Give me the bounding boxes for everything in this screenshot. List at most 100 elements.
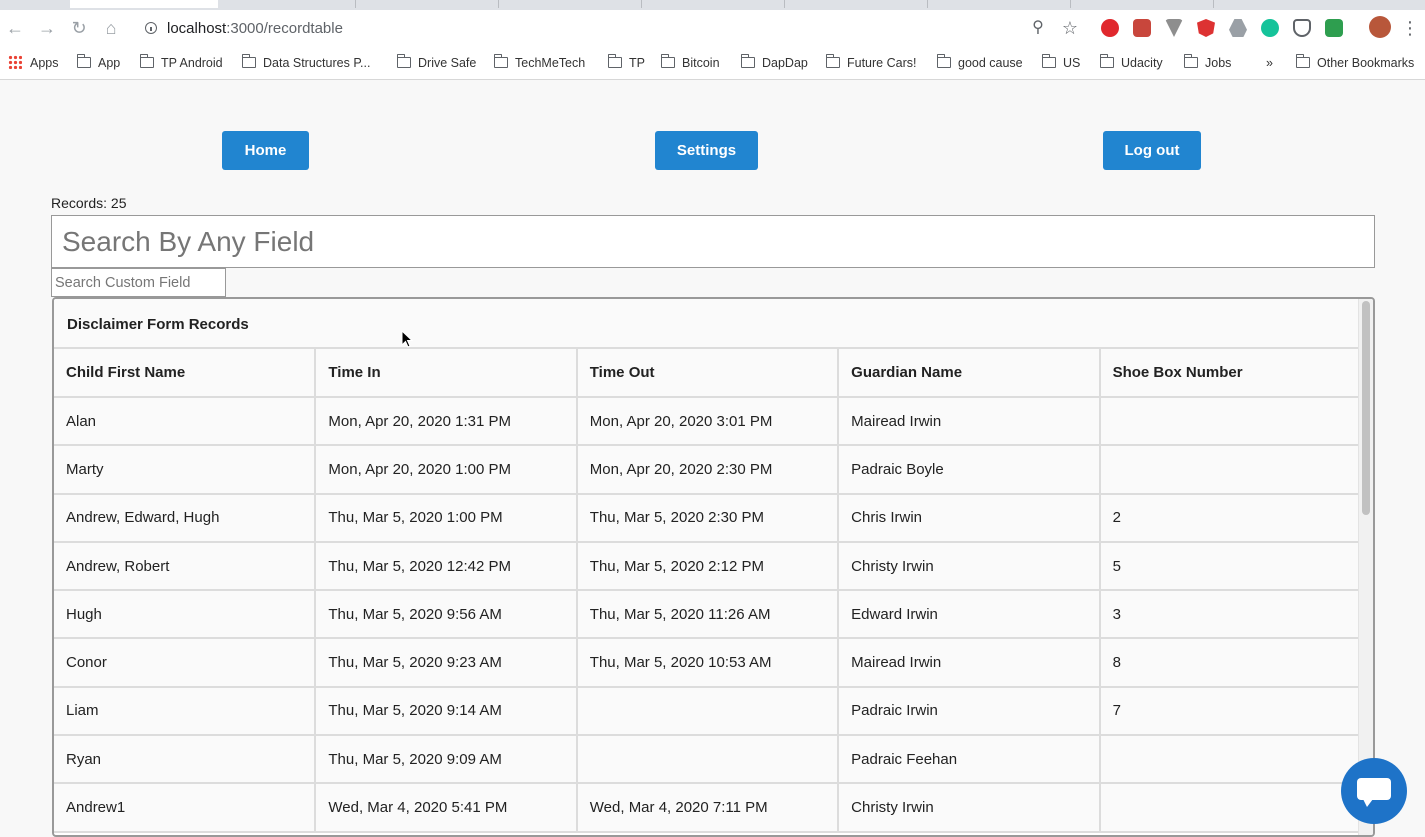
opera-extension-icon[interactable] <box>1101 19 1119 37</box>
column-header[interactable]: Time In <box>315 349 578 398</box>
bookmark-folder[interactable]: good cause <box>937 54 1023 72</box>
browser-tab[interactable] <box>927 0 1068 8</box>
browser-tab[interactable] <box>355 0 496 8</box>
bookmark-folder[interactable]: Udacity <box>1100 54 1163 72</box>
folder-icon <box>1100 54 1114 68</box>
logout-button[interactable]: Log out <box>1103 131 1201 170</box>
menu-icon[interactable]: ⋮ <box>1400 18 1420 38</box>
table-row[interactable]: Liam Thu, Mar 5, 2020 9:14 AM Padraic Irwi… <box>54 686 1361 737</box>
bookmark-folder[interactable]: Data Structures P... <box>242 54 370 72</box>
pocket-icon[interactable] <box>1293 19 1311 37</box>
table-cell: Thu, Mar 5, 2020 12:42 PM <box>315 541 578 592</box>
bookmark-folder[interactable]: TP Android <box>140 54 223 72</box>
table-row[interactable]: Conor Thu, Mar 5, 2020 9:23 AM Thu, Mar 5,… <box>54 638 1361 688</box>
table-scrollbar[interactable] <box>1358 299 1373 835</box>
browser-tab-active[interactable] <box>70 0 218 8</box>
table-cell: Mon, Apr 20, 2020 1:00 PM <box>315 445 578 495</box>
table-cell: Christy Irwin <box>838 783 1101 833</box>
table-cell: Edward Irwin <box>838 590 1101 640</box>
address-bar[interactable]: localhost:3000/recordtable <box>136 15 1016 43</box>
other-bookmarks[interactable]: Other Bookmarks <box>1296 54 1414 72</box>
browser-tab[interactable] <box>1070 0 1211 8</box>
bookmark-folder[interactable]: TP <box>608 54 645 72</box>
extension-icon[interactable] <box>1133 19 1151 37</box>
table-row[interactable]: Ryan Thu, Mar 5, 2020 9:09 AM Padraic Feeh… <box>54 735 1361 785</box>
folder-icon <box>1296 54 1310 68</box>
table-cell: Alan <box>54 397 317 447</box>
bookmark-folder[interactable]: US <box>1042 54 1080 72</box>
browser-tab[interactable] <box>641 0 782 8</box>
table-cell: Thu, Mar 5, 2020 9:09 AM <box>315 735 578 785</box>
table-cell: Andrew, Robert <box>54 541 317 592</box>
table-cell: Mon, Apr 20, 2020 3:01 PM <box>576 397 840 447</box>
folder-icon <box>1184 54 1198 68</box>
table-cell: Mairead Irwin <box>838 397 1101 447</box>
folder-icon <box>77 54 91 68</box>
table-row[interactable]: Andrew, Robert Thu, Mar 5, 2020 12:42 PM T… <box>54 541 1361 592</box>
browser-tab[interactable] <box>784 0 925 8</box>
custom-field-search-input[interactable] <box>51 268 226 297</box>
table-cell <box>1099 783 1361 833</box>
table-row[interactable]: Andrew, Edward, Hugh Thu, Mar 5, 2020 1:0… <box>54 493 1361 543</box>
apps-grid-icon <box>8 55 22 69</box>
column-header[interactable]: Time Out <box>576 349 840 398</box>
bookmark-folder[interactable]: Bitcoin <box>661 54 720 72</box>
column-header[interactable]: Shoe Box Number <box>1099 349 1361 398</box>
table-cell: Mon, Apr 20, 2020 1:31 PM <box>315 397 578 447</box>
info-icon[interactable] <box>145 22 157 34</box>
chat-widget-button[interactable] <box>1341 758 1407 824</box>
table-cell <box>1099 397 1361 447</box>
search-input[interactable] <box>51 215 1375 268</box>
table-cell: 2 <box>1099 493 1361 543</box>
bookmark-folder[interactable]: TechMeTech <box>494 54 585 72</box>
bookmark-folder[interactable]: Jobs <box>1184 54 1231 72</box>
home-icon[interactable]: ⌂ <box>101 18 121 38</box>
table-cell: Thu, Mar 5, 2020 10:53 AM <box>576 638 840 688</box>
browser-tab[interactable] <box>1213 0 1354 8</box>
folder-icon <box>140 54 154 68</box>
avatar[interactable] <box>1369 16 1391 38</box>
table-row[interactable]: Andrew1 Wed, Mar 4, 2020 5:41 PM Wed, Mar … <box>54 783 1361 833</box>
bookmark-apps[interactable]: Apps <box>8 54 59 72</box>
table-cell: Liam <box>54 686 317 737</box>
angular-extension-icon[interactable] <box>1197 19 1215 37</box>
column-header[interactable]: Guardian Name <box>838 349 1101 398</box>
scrollbar-thumb[interactable] <box>1362 301 1370 515</box>
records-count: Records: 25 <box>51 195 127 211</box>
table-cell: 3 <box>1099 590 1361 640</box>
bookmark-folder[interactable]: App <box>77 54 120 72</box>
table-row[interactable]: Alan Mon, Apr 20, 2020 1:31 PM Mon, Apr 20… <box>54 397 1361 447</box>
chat-icon <box>1357 778 1391 807</box>
forward-icon[interactable]: → <box>37 18 57 38</box>
table-cell: Padraic Irwin <box>838 686 1101 737</box>
bookmarks-bar: Apps App TP Android Data Structures P...… <box>0 48 1425 80</box>
grammarly-icon[interactable] <box>1261 19 1279 37</box>
table-cell: Andrew1 <box>54 783 317 833</box>
table-row[interactable]: Marty Mon, Apr 20, 2020 1:00 PM Mon, Apr 2… <box>54 445 1361 495</box>
home-button[interactable]: Home <box>222 131 309 170</box>
bookmark-folder[interactable]: Future Cars! <box>826 54 916 72</box>
table-cell: Chris Irwin <box>838 493 1101 543</box>
reload-icon[interactable]: ↻ <box>69 18 89 38</box>
table-row[interactable]: Hugh Thu, Mar 5, 2020 9:56 AM Thu, Mar 5, … <box>54 590 1361 640</box>
extension-shield-icon[interactable] <box>1325 19 1343 37</box>
table-cell: Thu, Mar 5, 2020 9:23 AM <box>315 638 578 688</box>
zoom-icon[interactable]: ⚲ <box>1028 18 1048 38</box>
drive-extension-icon[interactable] <box>1229 19 1247 37</box>
folder-icon <box>397 54 411 68</box>
bookmark-folder[interactable]: DapDap <box>741 54 808 72</box>
column-header[interactable]: Child First Name <box>54 349 317 398</box>
vue-devtools-icon[interactable] <box>1165 19 1183 37</box>
back-icon[interactable]: ← <box>5 18 25 38</box>
browser-tab-strip <box>0 0 1425 10</box>
table-cell: Padraic Feehan <box>838 735 1101 785</box>
folder-icon <box>741 54 755 68</box>
star-icon[interactable]: ☆ <box>1060 18 1080 38</box>
settings-button[interactable]: Settings <box>655 131 758 170</box>
browser-tab[interactable] <box>498 0 639 8</box>
bookmark-folder[interactable]: Drive Safe <box>397 54 476 72</box>
more-bookmarks-button[interactable]: » <box>1266 54 1273 72</box>
table-cell <box>576 735 840 785</box>
table-cell: Thu, Mar 5, 2020 2:30 PM <box>576 493 840 543</box>
table-cell: Thu, Mar 5, 2020 9:56 AM <box>315 590 578 640</box>
